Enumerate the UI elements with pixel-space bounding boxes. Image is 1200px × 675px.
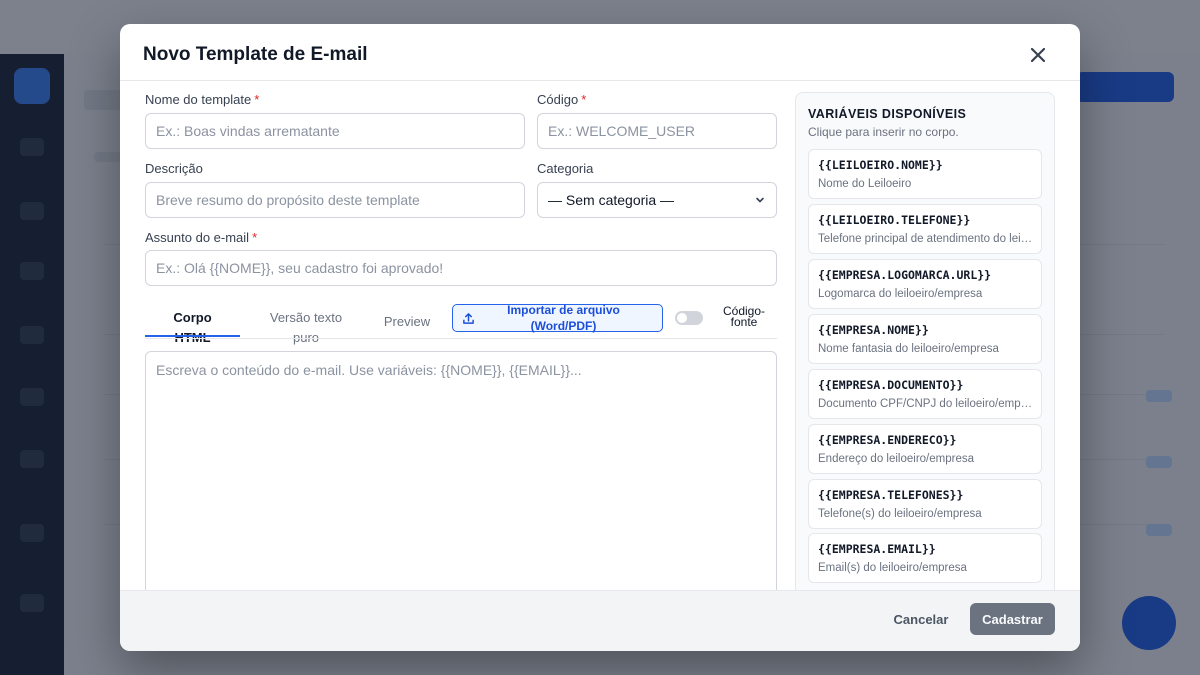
variable-item[interactable]: {{EMPRESA.DOCUMENTO}} Documento CPF/CNPJ…	[808, 369, 1042, 419]
variable-description: Endereço do leiloeiro/empresa	[818, 453, 974, 465]
variables-title: VARIÁVEIS DISPONÍVEIS	[808, 107, 967, 121]
name-label: Nome do template *	[145, 92, 260, 107]
import-file-button[interactable]: Importar de arquivo (Word/PDF)	[452, 303, 663, 333]
variable-code: {{EMPRESA.NOME}}	[818, 323, 929, 337]
variable-description: Documento CPF/CNPJ do leiloeiro/empresa	[818, 398, 1034, 410]
category-selected-value: — Sem categoria —	[548, 192, 675, 208]
toggle-knob	[677, 313, 687, 323]
variable-description: Nome fantasia do leiloeiro/empresa	[818, 343, 999, 355]
variable-item[interactable]: {{EMPRESA.NOME}} Nome fantasia do leiloe…	[808, 314, 1042, 364]
dialog-footer: Cancelar Cadastrar	[120, 590, 1080, 651]
variable-code: {{EMPRESA.TELEFONES}}	[818, 488, 964, 502]
tab-preview[interactable]: Preview	[372, 312, 442, 332]
template-code-input[interactable]	[537, 113, 777, 149]
close-button[interactable]	[1026, 43, 1050, 67]
submit-button[interactable]: Cadastrar	[970, 603, 1055, 635]
variables-subtitle: Clique para inserir no corpo.	[808, 125, 959, 139]
cancel-button[interactable]: Cancelar	[882, 603, 960, 635]
variable-item[interactable]: {{LEILOEIRO.TELEFONE}} Telefone principa…	[808, 204, 1042, 254]
new-email-template-dialog: Novo Template de E-mail Nome do template…	[120, 24, 1080, 651]
available-variables-panel: VARIÁVEIS DISPONÍVEIS Clique para inseri…	[795, 92, 1055, 622]
variable-code: {{EMPRESA.EMAIL}}	[818, 542, 936, 556]
variable-description: Nome do Leiloeiro	[818, 178, 912, 190]
variable-item[interactable]: {{EMPRESA.TELEFONES}} Telefone(s) do lei…	[808, 479, 1042, 529]
required-mark: *	[254, 92, 260, 107]
tabs-divider	[145, 338, 777, 339]
template-name-input[interactable]	[145, 113, 525, 149]
subject-input[interactable]	[145, 250, 777, 286]
description-label: Descrição	[145, 161, 203, 176]
variable-item[interactable]: {{EMPRESA.EMAIL}} Email(s) do leiloeiro/…	[808, 533, 1042, 583]
close-icon	[1031, 48, 1045, 62]
dialog-title: Novo Template de E-mail	[143, 44, 368, 65]
required-mark: *	[581, 92, 587, 107]
chevron-down-icon	[756, 197, 764, 203]
variable-code: {{EMPRESA.LOGOMARCA.URL}}	[818, 268, 992, 282]
variable-item[interactable]: {{LEILOEIRO.NOME}} Nome do Leiloeiro	[808, 149, 1042, 199]
tab-html-body[interactable]: Corpo HTML	[145, 308, 240, 348]
category-label: Categoria	[537, 161, 594, 176]
dialog-header: Novo Template de E-mail	[120, 24, 1080, 81]
source-code-toggle[interactable]	[675, 311, 703, 325]
category-select[interactable]: — Sem categoria —	[537, 182, 777, 218]
variable-description: Logomarca do leiloeiro/empresa	[818, 288, 983, 300]
variable-code: {{LEILOEIRO.NOME}}	[818, 158, 943, 172]
active-tab-indicator	[145, 335, 240, 337]
code-label: Código *	[537, 92, 587, 107]
variable-code: {{EMPRESA.DOCUMENTO}}	[818, 378, 964, 392]
variable-item[interactable]: {{EMPRESA.LOGOMARCA.URL}} Logomarca do l…	[808, 259, 1042, 309]
variable-description: Telefone(s) do leiloeiro/empresa	[818, 508, 982, 520]
source-code-label: Código- fonte	[722, 304, 766, 329]
description-input[interactable]	[145, 182, 525, 218]
subject-label: Assunto do e-mail *	[145, 230, 258, 245]
upload-icon	[462, 312, 474, 324]
variable-code: {{EMPRESA.ENDERECO}}	[818, 433, 957, 447]
variable-code: {{LEILOEIRO.TELEFONE}}	[818, 213, 971, 227]
variable-description: Telefone principal de atendimento do lei…	[818, 233, 1034, 245]
required-mark: *	[252, 230, 258, 245]
email-body-editor[interactable]	[145, 351, 777, 611]
variable-description: Email(s) do leiloeiro/empresa	[818, 562, 967, 574]
tab-plain-text[interactable]: Versão texto puro	[254, 308, 358, 348]
variable-item[interactable]: {{EMPRESA.ENDERECO}} Endereço do leiloei…	[808, 424, 1042, 474]
